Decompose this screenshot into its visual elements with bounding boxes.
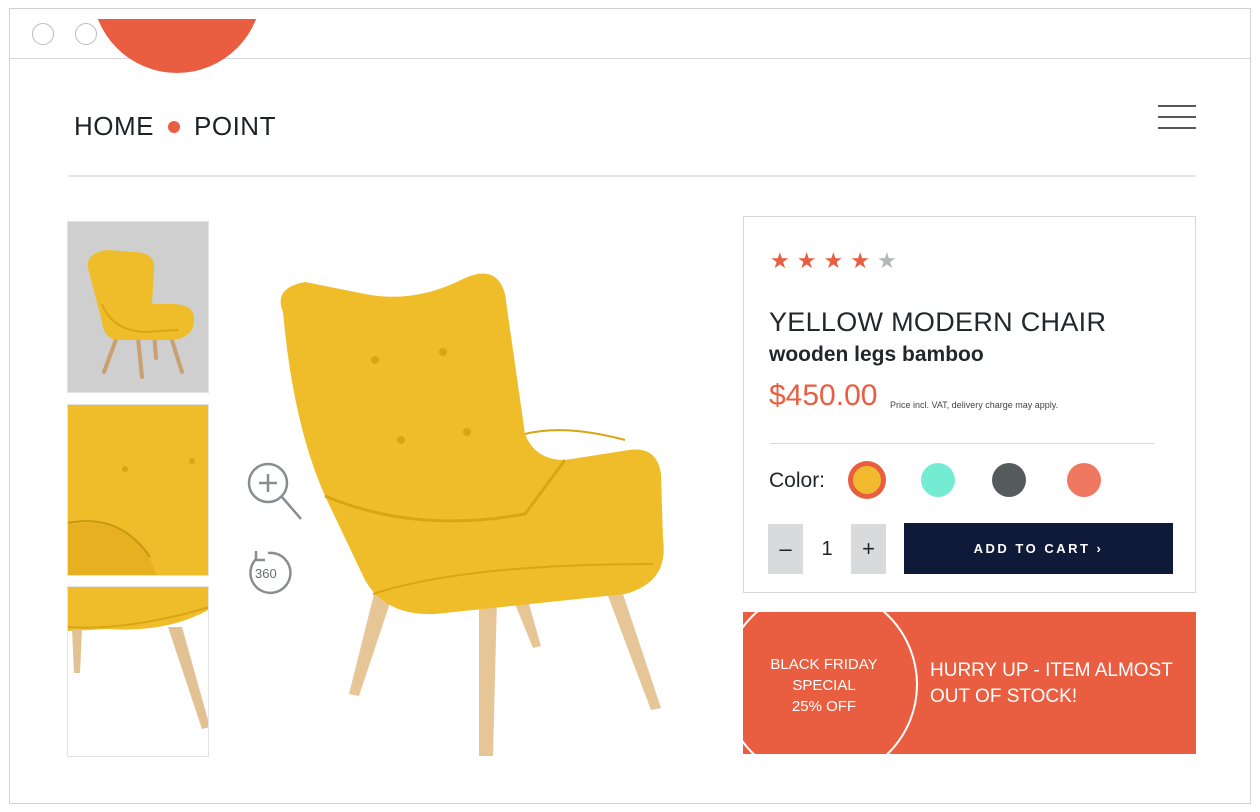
quantity-input[interactable] bbox=[803, 524, 851, 574]
star-icon: ★ bbox=[850, 248, 870, 273]
product-title: YELLOW MODERN CHAIR bbox=[769, 307, 1107, 337]
quantity-decrease-button[interactable]: – bbox=[768, 524, 803, 574]
logo-text-point: POINT bbox=[194, 111, 276, 141]
thumbnail-chair-leg-detail[interactable] bbox=[67, 586, 209, 757]
add-to-cart-button[interactable]: ADD TO CART › bbox=[904, 523, 1173, 574]
window-close-button[interactable] bbox=[32, 23, 54, 45]
card-divider bbox=[770, 443, 1154, 444]
star-icon: ★ bbox=[823, 248, 844, 273]
logo-text-home: HOME bbox=[74, 111, 154, 141]
color-swatch-yellow[interactable] bbox=[849, 462, 885, 498]
promo-line-3: 25% OFF bbox=[791, 698, 857, 715]
product-subtitle: wooden legs bamboo bbox=[769, 343, 984, 366]
header-divider bbox=[68, 175, 1196, 177]
browser-window: HOME POINT 360 ★ ★ ★ ★ ★ YELLOW MODERN C… bbox=[9, 8, 1251, 804]
promo-badge: BLACK FRIDAY SPECIAL 25% OFF bbox=[763, 654, 885, 717]
thumbnail-chair-back-detail[interactable] bbox=[67, 404, 209, 576]
promo-message: HURRY UP - ITEM ALMOST OUT OF STOCK! bbox=[930, 660, 1173, 707]
price-note: Price incl. VAT, delivery charge may app… bbox=[890, 400, 1059, 410]
site-logo[interactable]: HOME POINT bbox=[74, 111, 276, 142]
thumbnail-chair-full[interactable] bbox=[67, 221, 209, 393]
hamburger-menu-icon[interactable] bbox=[1158, 105, 1196, 131]
star-empty-icon: ★ bbox=[876, 248, 897, 273]
color-swatch-mint[interactable] bbox=[921, 463, 955, 497]
promo-banner: BLACK FRIDAY SPECIAL 25% OFF HURRY UP - … bbox=[743, 612, 1196, 754]
quantity-stepper: – + bbox=[768, 524, 886, 574]
star-icon: ★ bbox=[770, 248, 790, 273]
color-swatch-coral[interactable] bbox=[1067, 463, 1101, 497]
rating-stars: ★ ★ ★ ★ ★ bbox=[770, 250, 897, 272]
color-label: Color: bbox=[769, 469, 826, 492]
star-icon: ★ bbox=[796, 248, 817, 273]
logo-arc-decoration bbox=[92, 19, 262, 73]
promo-line-1: BLACK FRIDAY bbox=[770, 656, 878, 673]
product-price: $450.00 bbox=[769, 379, 878, 412]
product-info-card: ★ ★ ★ ★ ★ YELLOW MODERN CHAIR wooden leg… bbox=[743, 216, 1196, 593]
quantity-increase-button[interactable]: + bbox=[851, 524, 886, 574]
promo-line-2: SPECIAL bbox=[792, 677, 856, 694]
color-swatch-charcoal[interactable] bbox=[992, 463, 1026, 497]
main-product-image bbox=[265, 264, 685, 764]
logo-dot bbox=[168, 120, 180, 133]
